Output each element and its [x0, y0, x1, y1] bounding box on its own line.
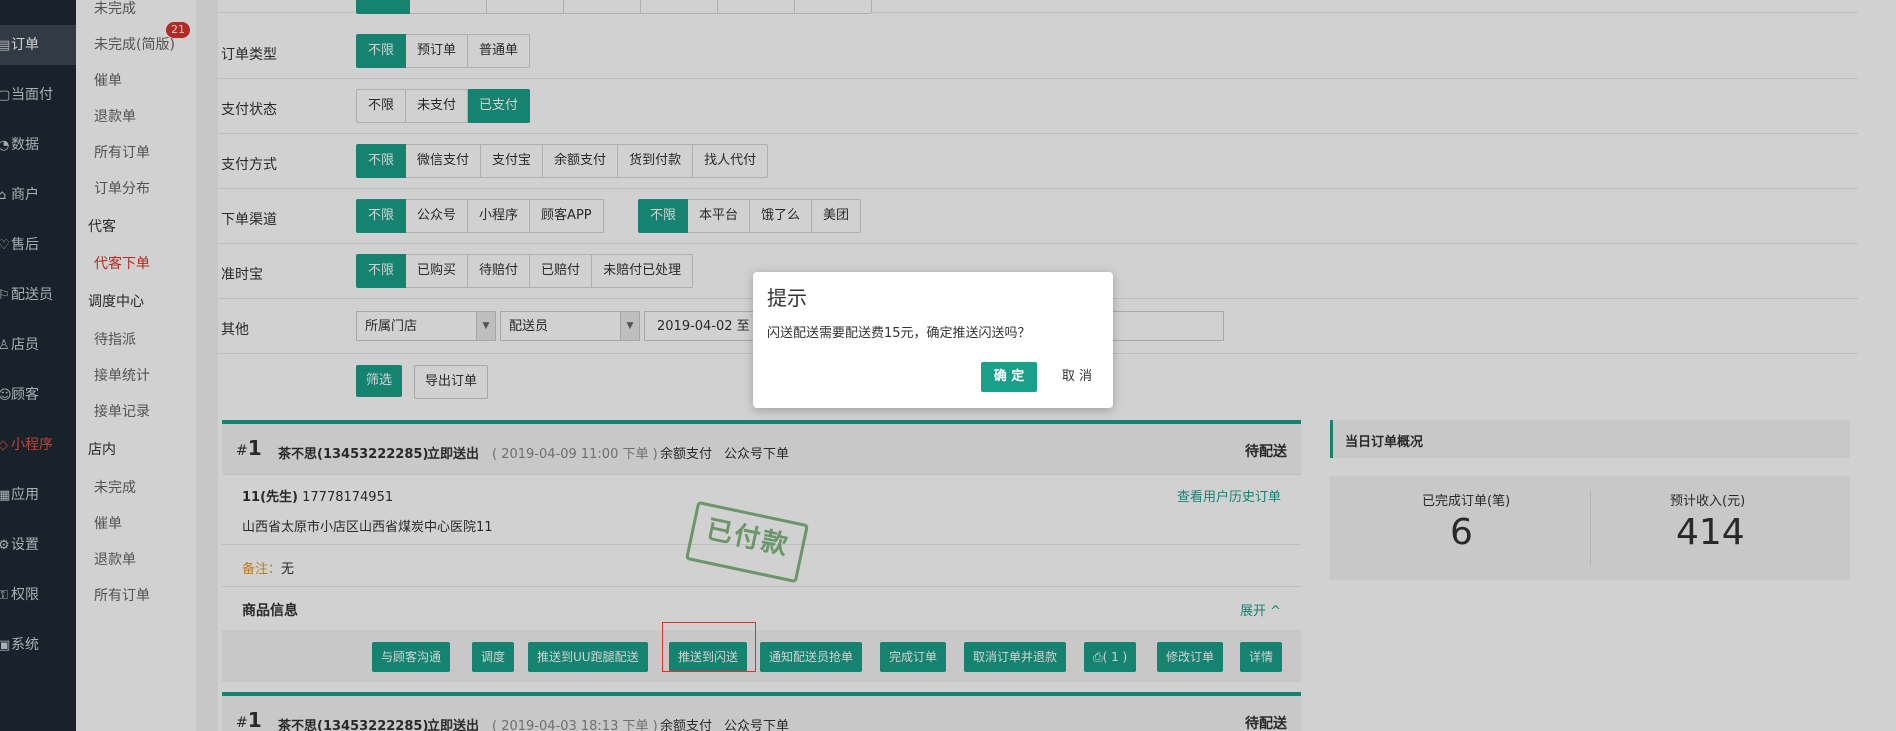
- focus-highlight: [662, 622, 756, 672]
- confirm-dialog: 提示 闪送配送需要配送费15元，确定推送闪送吗？ 确 定 取 消: [753, 272, 1113, 408]
- app-root: ▤订单 ▢当面付 ◔ 数据 ⌂ 商户 ♡售后 ⚐配送员 ♙店员 ☺顾客 ◇ 小程序 ▦…: [0, 0, 1896, 731]
- dialog-message: 闪送配送需要配送费15元，确定推送闪送吗？: [767, 326, 1031, 341]
- dialog-title: 提示: [767, 286, 807, 310]
- cancel-button[interactable]: 取 消: [1049, 362, 1105, 392]
- confirm-button[interactable]: 确 定: [981, 362, 1037, 392]
